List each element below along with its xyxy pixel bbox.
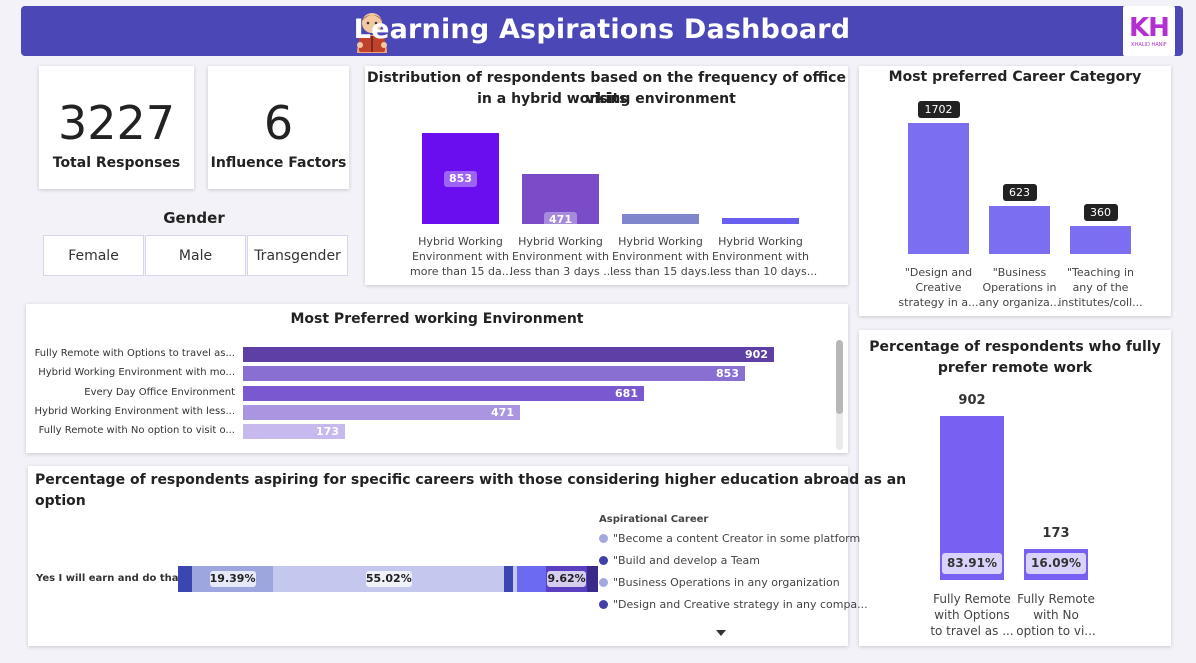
- category-label: any of the: [1072, 281, 1129, 294]
- kpi-value: 3227: [57, 96, 176, 150]
- category-label: less than 10 days...: [710, 265, 818, 278]
- bar-percent-label: 16.09%: [1026, 553, 1086, 574]
- bar: [722, 218, 799, 224]
- brand-logo: KH KHALID HANIF: [1123, 6, 1175, 56]
- category-label: Fully Remote with Options to travel as..…: [34, 348, 235, 359]
- row-label: Yes I will earn and do that: [36, 573, 184, 584]
- category-label: Fully Remote: [1017, 592, 1095, 606]
- legend-dot-icon: [599, 578, 608, 587]
- legend-scroll-down-icon[interactable]: [716, 630, 726, 636]
- kpi-card-influence-factors: 6 Influence Factors: [208, 66, 349, 189]
- category-label: less than 15 days...: [610, 265, 718, 278]
- category-label: "Design and: [904, 266, 973, 279]
- kpi-value: 6: [263, 96, 294, 150]
- legend-dot-icon: [599, 556, 608, 565]
- category-label: Hybrid Working: [618, 235, 703, 248]
- bar-value-label: 471: [491, 405, 514, 419]
- category-label: Hybrid Working: [718, 235, 803, 248]
- career-category-plot: 1702 "Design and Creative strategy in a... 6…: [859, 66, 1171, 316]
- gender-slicer-title: Gender: [163, 209, 225, 227]
- category-label: Operations in: [982, 281, 1057, 294]
- category-label: "Teaching in: [1067, 266, 1134, 279]
- bar-value-label: 173: [1042, 526, 1070, 541]
- bar-value-label: 360: [1083, 204, 1118, 221]
- logo-subtext: KHALID HANIF: [1131, 42, 1167, 48]
- category-label: Hybrid Working: [518, 235, 603, 248]
- bar-value-label: 853: [716, 367, 739, 381]
- kpi-card-total-responses: 3227 Total Responses: [39, 66, 194, 189]
- bar-value-label: 623: [1002, 184, 1037, 201]
- dashboard-title: Learning Aspirations Dashboard: [353, 14, 851, 45]
- bar: [1070, 226, 1131, 254]
- working-environment-chart: Most Preferred working Environment Fully…: [26, 304, 848, 453]
- category-label: to travel as ...: [930, 624, 1014, 638]
- category-label: institutes/coll...: [1058, 296, 1143, 309]
- office-visits-chart: Distribution of respondents based on the…: [365, 66, 848, 285]
- gender-option-transgender[interactable]: Transgender: [247, 235, 348, 276]
- legend-label: "Design and Creative strategy in any com…: [613, 598, 868, 611]
- category-label: Hybrid Working Environment with mo...: [38, 367, 235, 379]
- category-label: strategy in a...: [898, 296, 979, 309]
- segment-label: 19.39%: [209, 571, 256, 587]
- scrollbar-track[interactable]: [836, 340, 843, 450]
- bar-value-label: 853: [444, 171, 477, 187]
- legend-dot-icon: [599, 534, 608, 543]
- aspiring-careers-chart: Percentage of respondents aspiring for s…: [28, 466, 906, 646]
- working-environment-plot: Fully Remote with Options to travel as..…: [26, 304, 848, 453]
- segment-label: 55.02%: [365, 571, 412, 587]
- legend-item[interactable]: "Business Operations in any organization: [599, 576, 840, 589]
- bar-value-label: 902: [958, 393, 986, 408]
- segment-label: 9.62%: [547, 571, 587, 587]
- bar: [989, 206, 1050, 254]
- dashboard-header: Learning Aspirations Dashboard KH KHALID…: [21, 6, 1183, 56]
- category-label: option to vi...: [1016, 624, 1096, 638]
- legend-item[interactable]: "Become a content Creator in some platfo…: [599, 532, 860, 545]
- category-label: Environment with: [611, 250, 710, 263]
- kpi-label: Influence Factors: [210, 155, 347, 171]
- bar: [908, 123, 969, 254]
- bar-value-label: 902: [745, 348, 768, 361]
- category-label: with Options: [934, 608, 1010, 622]
- category-label: Environment with: [711, 250, 810, 263]
- category-label: Fully Remote with No option to visit o..…: [38, 425, 235, 437]
- chart-title-line2: option: [35, 493, 86, 509]
- legend-label: "Build and develop a Team: [613, 554, 760, 567]
- office-visits-plot: 853 Hybrid Working Environment with more th…: [365, 66, 848, 285]
- category-label: less than 3 days ...: [510, 265, 614, 278]
- legend-item[interactable]: "Build and develop a Team: [599, 554, 760, 567]
- bar-value-label: 173: [316, 425, 339, 439]
- scrollbar-thumb[interactable]: [836, 340, 843, 414]
- category-label: Hybrid Working: [418, 235, 503, 248]
- category-label: any organiza...: [978, 296, 1061, 309]
- bar-value-label: 471: [544, 212, 577, 228]
- category-label: more than 15 da...: [410, 265, 513, 278]
- legend-title: Aspirational Career: [599, 514, 709, 525]
- chart-title-line1: Percentage of respondents aspiring for s…: [35, 472, 907, 488]
- category-label: Every Day Office Environment: [84, 386, 235, 398]
- category-label: Creative: [915, 281, 962, 294]
- bar-segment: [586, 566, 598, 592]
- category-label: with No: [1033, 608, 1079, 622]
- category-label: Environment with: [411, 250, 510, 263]
- bar-segment: [516, 566, 547, 592]
- kpi-label: Total Responses: [52, 155, 181, 171]
- bar-value-label: 1702: [917, 101, 960, 118]
- bar-value-label: 681: [615, 386, 638, 400]
- bar: [622, 214, 699, 224]
- bar-percent-label: 83.91%: [942, 553, 1002, 574]
- legend-dot-icon: [599, 600, 608, 609]
- career-category-chart: Most preferred Career Category 1702 "Desi…: [859, 66, 1171, 316]
- gender-option-female[interactable]: Female: [43, 235, 144, 276]
- legend-label: "Become a content Creator in some platfo…: [613, 532, 861, 545]
- gender-option-male[interactable]: Male: [145, 235, 246, 276]
- legend-item[interactable]: "Design and Creative strategy in any com…: [599, 598, 868, 611]
- legend-label: "Business Operations in any organization: [613, 576, 840, 589]
- category-label: "Business: [992, 266, 1047, 279]
- category-label: Fully Remote: [933, 592, 1011, 606]
- category-label: Environment with: [511, 250, 610, 263]
- aspiring-stacked-bar: 19.39% 55.02% 9.62%: [178, 566, 598, 592]
- category-label: Hybrid Working Environment with less...: [34, 405, 235, 417]
- bar-segment: [504, 566, 513, 592]
- bar-segment: [178, 566, 192, 592]
